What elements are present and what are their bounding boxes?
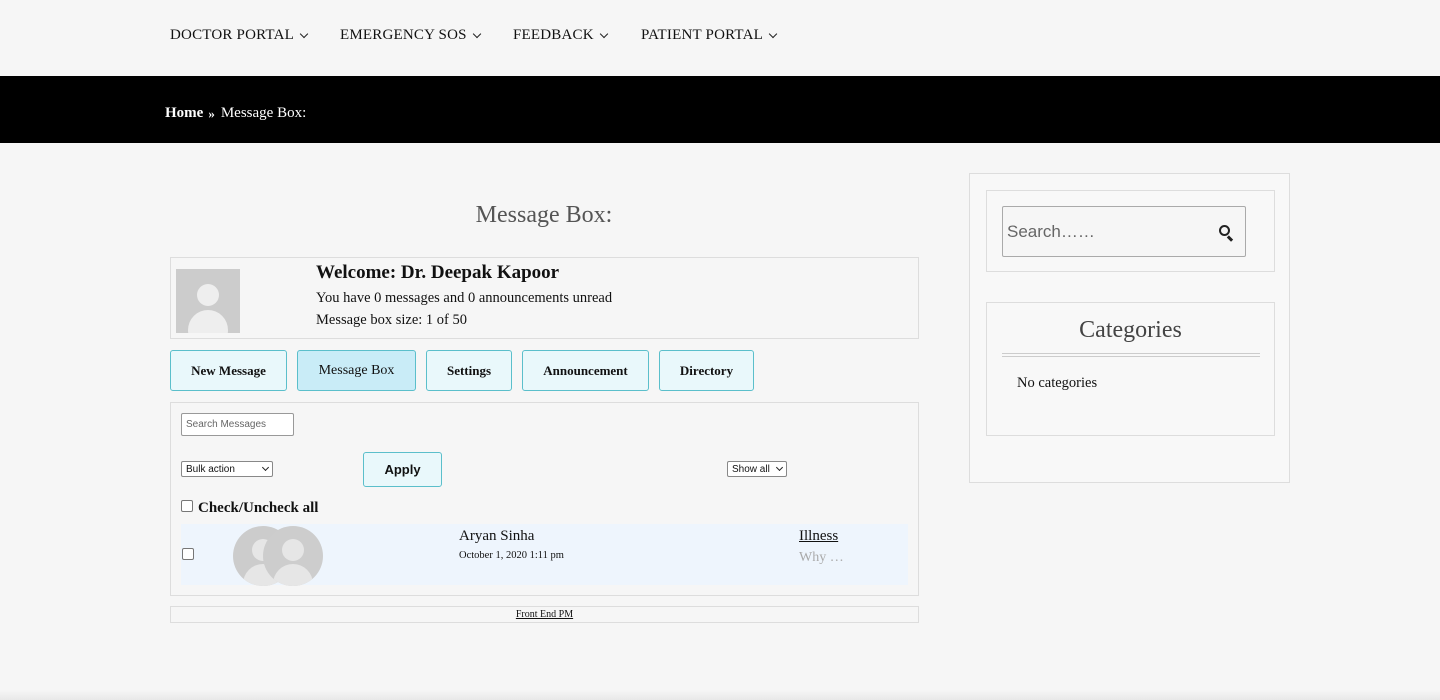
list-item[interactable]: Aryan Sinha October 1, 2020 1:11 pm Illn… bbox=[181, 524, 908, 586]
avatar bbox=[176, 269, 240, 333]
search-icon[interactable] bbox=[1219, 225, 1234, 242]
chevron-down-icon bbox=[261, 463, 270, 472]
chevron-down-icon bbox=[472, 29, 481, 38]
nav-item-emergency-sos[interactable]: EMERGENCY SOS bbox=[340, 27, 481, 44]
nav-item-label: DOCTOR PORTAL bbox=[170, 27, 294, 43]
categories-widget: Categories No categories bbox=[986, 302, 1275, 436]
sidebar: Search…… Categories No categories bbox=[969, 173, 1290, 483]
show-filter-select[interactable]: Show all bbox=[727, 461, 787, 477]
nav-item-label: FEEDBACK bbox=[513, 27, 594, 43]
avatar bbox=[263, 526, 323, 586]
check-all-label: Check/Uncheck all bbox=[198, 500, 319, 516]
chevron-down-icon bbox=[299, 29, 309, 38]
welcome-panel: Welcome: Dr. Deepak Kapoor You have 0 me… bbox=[170, 257, 919, 339]
sidebar-search-placeholder: Search…… bbox=[1007, 221, 1095, 241]
double-chevron-right-icon: » bbox=[208, 105, 215, 121]
bulk-action-value: Bulk action bbox=[186, 463, 235, 475]
avatar-body bbox=[188, 310, 228, 333]
nav-item-feedback[interactable]: FEEDBACK bbox=[513, 27, 609, 44]
bulk-action-select[interactable]: Bulk action bbox=[181, 461, 273, 477]
nav-item-label: PATIENT PORTAL bbox=[641, 27, 763, 43]
breadcrumb: Home » Message Box: bbox=[165, 105, 306, 122]
divider bbox=[1002, 353, 1260, 357]
page-title: Message Box: bbox=[475, 202, 613, 228]
message-box-button[interactable]: Message Box bbox=[297, 350, 416, 391]
directory-button[interactable]: Directory bbox=[659, 350, 754, 391]
top-nav: DOCTOR PORTAL EMERGENCY SOS FEEDBACK PAT… bbox=[0, 0, 1440, 76]
show-filter-value: Show all bbox=[732, 463, 770, 475]
welcome-greeting: Welcome: Dr. Deepak Kapoor bbox=[316, 262, 560, 283]
message-list-panel: Bulk action Apply Show all Check/Uncheck… bbox=[170, 402, 919, 596]
message-date: October 1, 2020 1:11 pm bbox=[459, 550, 564, 561]
nav-item-patient-portal[interactable]: PATIENT PORTAL bbox=[641, 27, 778, 44]
categories-empty: No categories bbox=[1017, 375, 1098, 391]
apply-button[interactable]: Apply bbox=[363, 452, 442, 487]
divider bbox=[0, 690, 1440, 700]
breadcrumb-current: Message Box: bbox=[220, 105, 307, 121]
message-subject-link[interactable]: Illness bbox=[799, 528, 838, 545]
message-excerpt: Why … bbox=[799, 550, 844, 565]
announcement-button[interactable]: Announcement bbox=[522, 350, 649, 391]
message-sender: Aryan Sinha bbox=[459, 528, 535, 544]
breadcrumb-home-link[interactable]: Home bbox=[165, 105, 203, 122]
new-message-button[interactable]: New Message bbox=[170, 350, 287, 391]
message-box-size: Message box size: 1 of 50 bbox=[316, 312, 468, 328]
nav-item-label: EMERGENCY SOS bbox=[340, 27, 467, 43]
breadcrumb-banner: Home » Message Box: bbox=[0, 76, 1440, 143]
plugin-footer: Front End PM bbox=[170, 606, 919, 623]
avatar-head bbox=[197, 284, 219, 306]
settings-button[interactable]: Settings bbox=[426, 350, 512, 391]
search-messages-input[interactable] bbox=[181, 413, 294, 436]
front-end-pm-link[interactable]: Front End PM bbox=[516, 609, 573, 620]
nav-item-doctor-portal[interactable]: DOCTOR PORTAL bbox=[170, 27, 309, 44]
message-checkbox[interactable] bbox=[182, 548, 194, 560]
chevron-down-icon bbox=[599, 29, 609, 38]
chevron-down-icon bbox=[775, 463, 784, 472]
categories-title: Categories bbox=[1079, 317, 1182, 343]
search-widget: Search…… bbox=[986, 190, 1275, 272]
check-all-checkbox[interactable] bbox=[181, 500, 193, 512]
unread-summary: You have 0 messages and 0 announcements … bbox=[316, 290, 613, 306]
avatar-body bbox=[273, 564, 313, 586]
chevron-down-icon bbox=[768, 29, 778, 38]
avatar-head bbox=[282, 539, 304, 561]
sidebar-search-input[interactable]: Search…… bbox=[1002, 206, 1246, 257]
